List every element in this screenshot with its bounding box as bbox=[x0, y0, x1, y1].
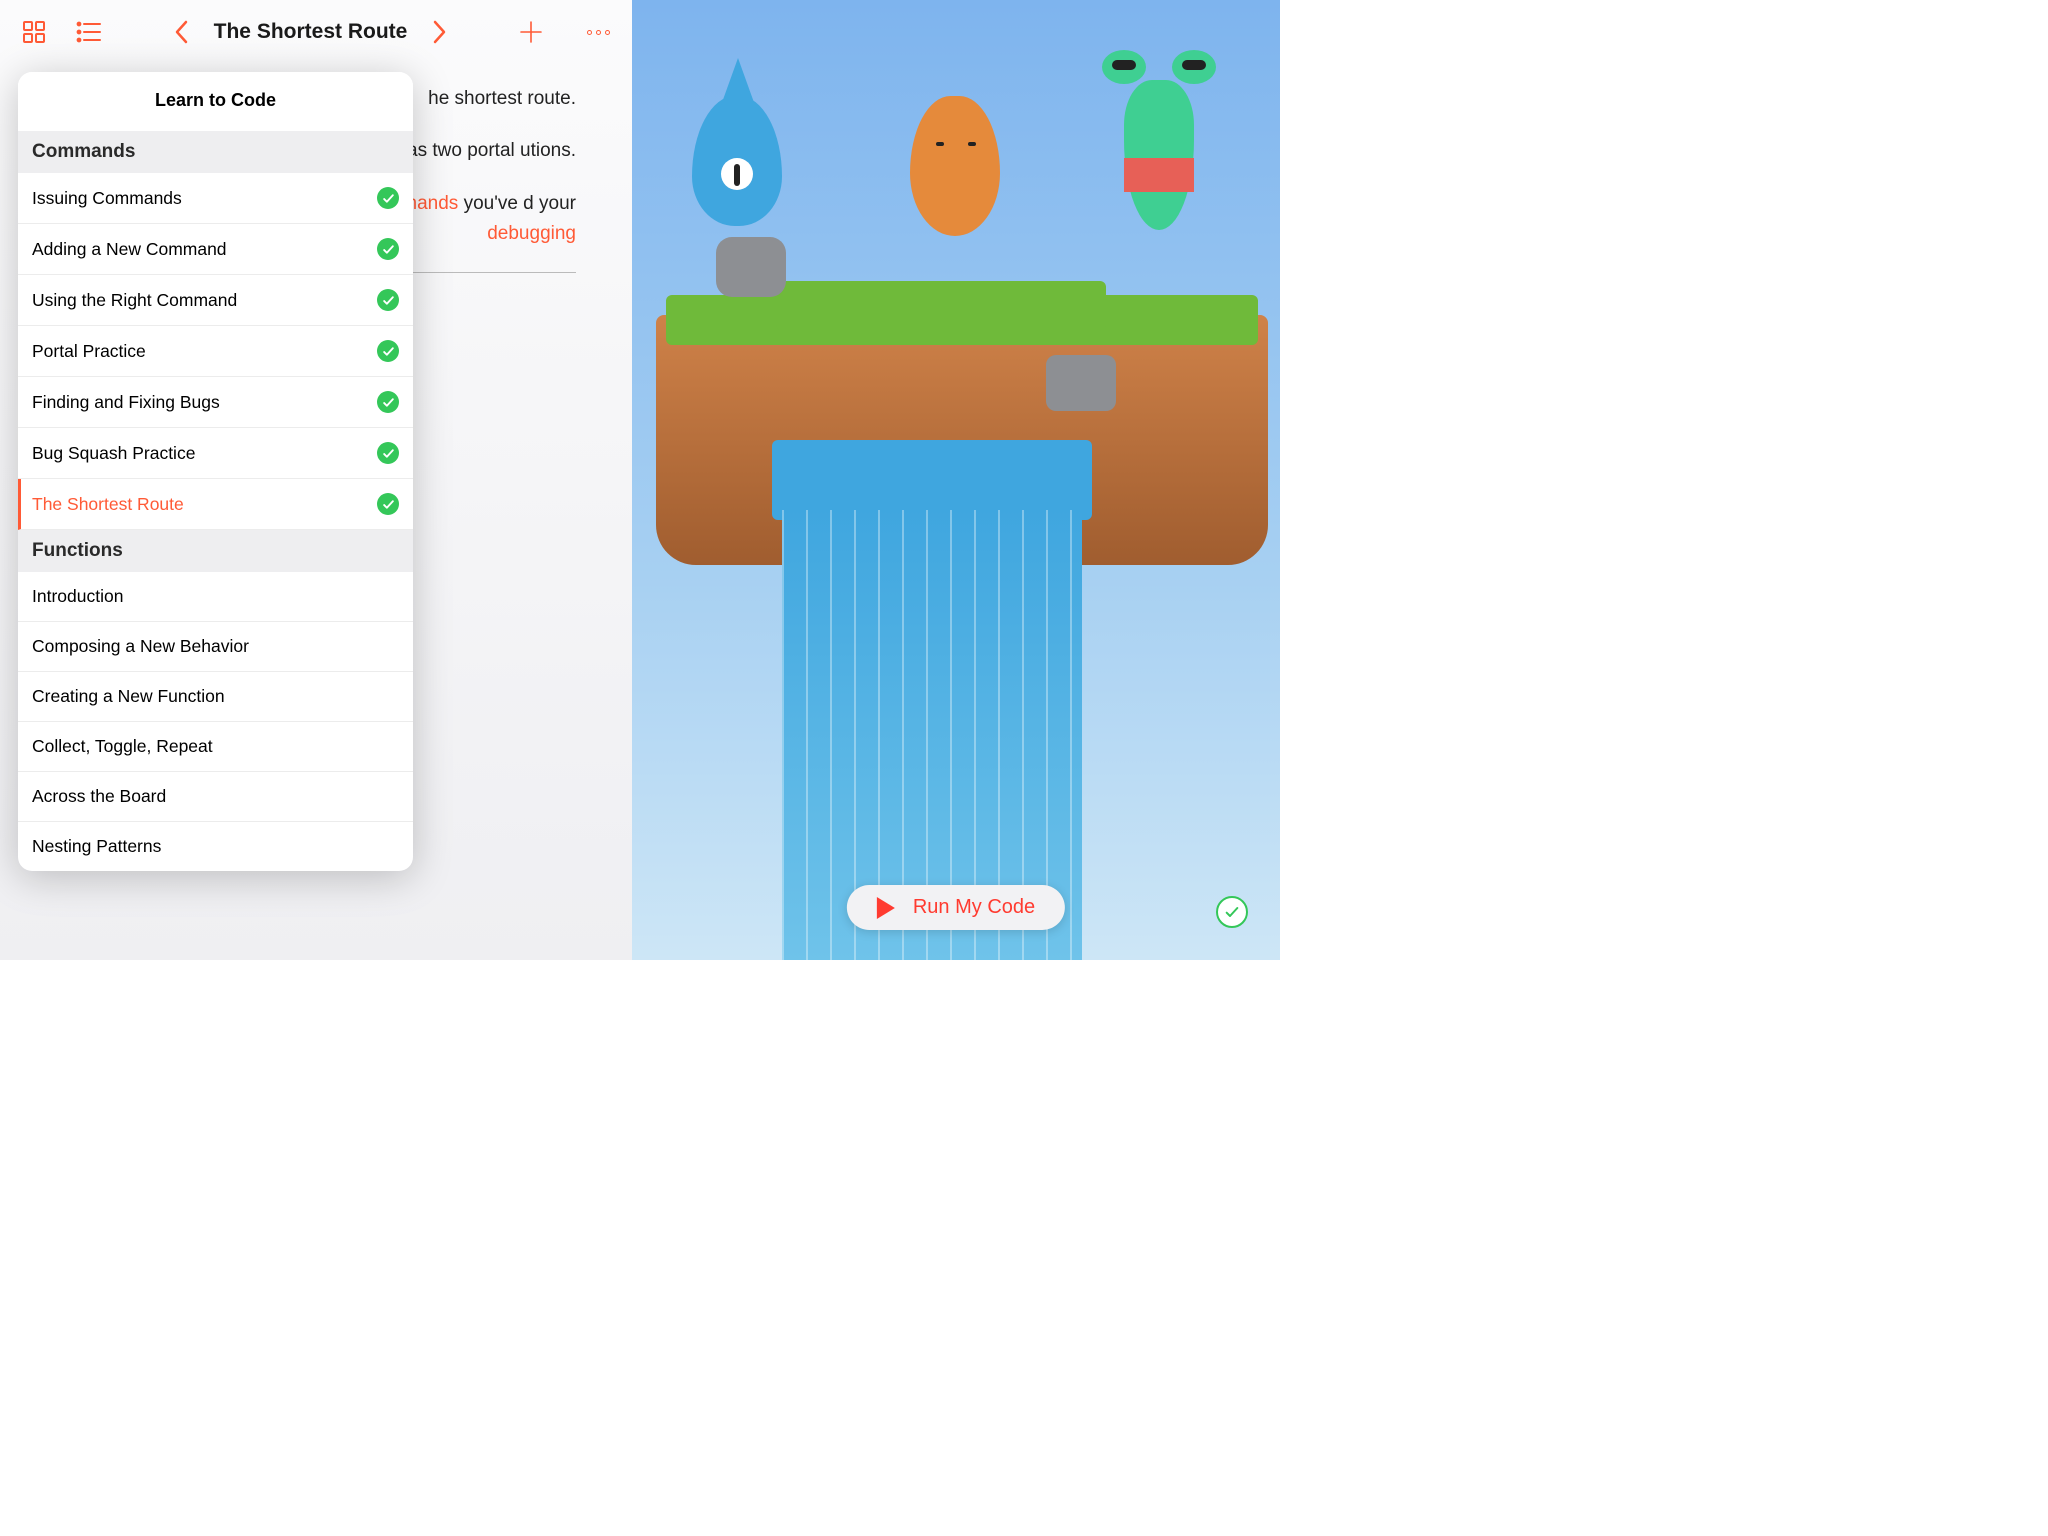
run-my-code-button[interactable]: Run My Code bbox=[847, 885, 1065, 930]
grass-upper bbox=[776, 281, 1106, 331]
stone-block bbox=[1046, 355, 1116, 411]
lesson-item[interactable]: Creating a New Function bbox=[18, 672, 413, 722]
lesson-item[interactable]: Introduction bbox=[18, 572, 413, 622]
scene-pane: Run My Code bbox=[632, 0, 1280, 960]
lesson-item[interactable]: Bug Squash Practice bbox=[18, 428, 413, 479]
lesson-item[interactable]: Using the Right Command bbox=[18, 275, 413, 326]
dropdown-title: Learn to Code bbox=[18, 72, 413, 131]
lesson-item[interactable]: Adding a New Command bbox=[18, 224, 413, 275]
editor-pane: The Shortest Route he shortest route. yo… bbox=[0, 0, 632, 960]
page-title: The Shortest Route bbox=[214, 20, 408, 44]
character-blu bbox=[682, 96, 792, 276]
section-header: Functions bbox=[18, 530, 413, 572]
toolbar: The Shortest Route bbox=[0, 0, 632, 64]
text-fragment: you've d your bbox=[458, 193, 576, 214]
run-button-label: Run My Code bbox=[913, 896, 1035, 919]
list-view-icon[interactable] bbox=[76, 20, 102, 44]
lesson-label: Introduction bbox=[32, 586, 123, 607]
checkmark-icon bbox=[377, 442, 399, 464]
lesson-label: Portal Practice bbox=[32, 341, 146, 362]
lesson-label: Creating a New Function bbox=[32, 686, 225, 707]
character-hopper bbox=[900, 96, 1010, 276]
lesson-label: Nesting Patterns bbox=[32, 836, 161, 857]
lesson-label: Finding and Fixing Bugs bbox=[32, 392, 220, 413]
status-complete-icon[interactable] bbox=[1216, 896, 1248, 928]
lesson-label: Bug Squash Practice bbox=[32, 443, 195, 464]
more-icon[interactable] bbox=[587, 20, 610, 44]
chapter-dropdown: Learn to Code Commands Issuing Commands Ad… bbox=[18, 72, 413, 871]
checkmark-icon bbox=[377, 340, 399, 362]
checkmark-icon bbox=[377, 187, 399, 209]
checkmark-icon bbox=[377, 391, 399, 413]
next-page-icon[interactable] bbox=[433, 20, 447, 44]
lesson-label: Issuing Commands bbox=[32, 188, 182, 209]
lesson-item[interactable]: The Shortest Route bbox=[18, 479, 413, 530]
pond bbox=[772, 440, 1092, 520]
text-fragment: he shortest route. bbox=[428, 88, 576, 109]
lesson-item[interactable]: Nesting Patterns bbox=[18, 822, 413, 871]
lesson-label: Adding a New Command bbox=[32, 239, 227, 260]
grid-view-icon[interactable] bbox=[22, 20, 46, 44]
play-icon bbox=[877, 897, 895, 919]
prev-page-icon[interactable] bbox=[174, 20, 188, 44]
lesson-label: Collect, Toggle, Repeat bbox=[32, 736, 213, 757]
character-byte bbox=[1104, 80, 1214, 260]
lesson-item[interactable]: Composing a New Behavior bbox=[18, 622, 413, 672]
lesson-item[interactable]: Across the Board bbox=[18, 772, 413, 822]
lesson-label: Composing a New Behavior bbox=[32, 636, 249, 657]
lesson-item[interactable]: Issuing Commands bbox=[18, 173, 413, 224]
lesson-label: Using the Right Command bbox=[32, 290, 237, 311]
lesson-item[interactable]: Portal Practice bbox=[18, 326, 413, 377]
add-icon[interactable] bbox=[519, 20, 543, 44]
lesson-item[interactable]: Collect, Toggle, Repeat bbox=[18, 722, 413, 772]
lesson-label: Across the Board bbox=[32, 786, 166, 807]
keyword-debugging[interactable]: debugging bbox=[487, 223, 576, 244]
checkmark-icon bbox=[377, 493, 399, 515]
lesson-label: The Shortest Route bbox=[32, 494, 184, 515]
checkmark-icon bbox=[377, 289, 399, 311]
lesson-item[interactable]: Finding and Fixing Bugs bbox=[18, 377, 413, 428]
section-header: Commands bbox=[18, 131, 413, 173]
checkmark-icon bbox=[377, 238, 399, 260]
